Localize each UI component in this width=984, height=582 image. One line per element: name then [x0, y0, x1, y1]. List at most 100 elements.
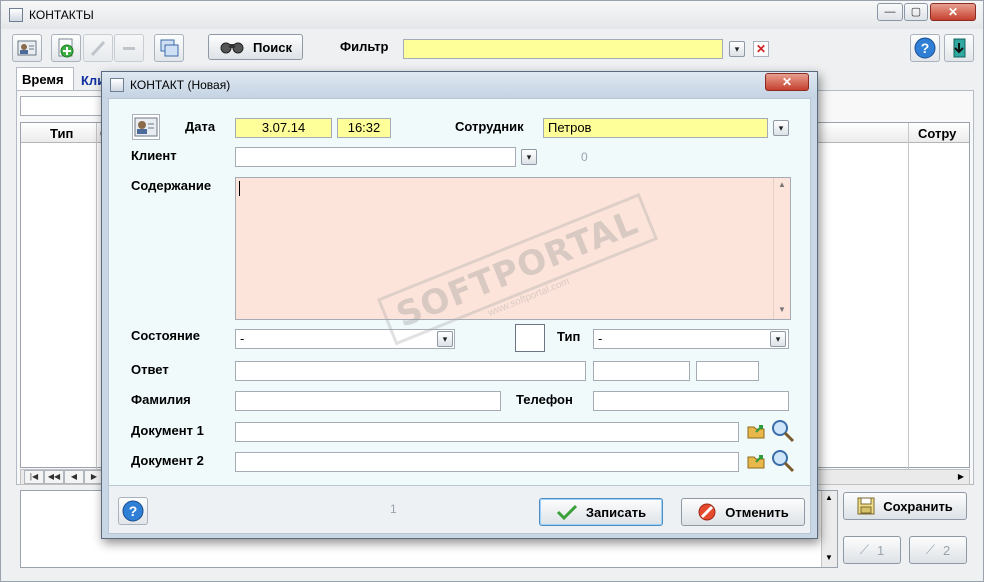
main-titlebar: КОНТАКТЫ — ▢ ✕	[1, 1, 983, 29]
tool-1-label: 1	[876, 542, 885, 558]
contact-card-button[interactable]	[12, 34, 42, 62]
windows-icon	[160, 39, 179, 57]
cancel-button[interactable]: Отменить	[681, 498, 805, 526]
filter-input[interactable]	[403, 39, 723, 59]
add-button[interactable]	[51, 34, 81, 62]
save-record-button[interactable]: Записать	[539, 498, 663, 526]
chevron-down-icon[interactable]: ▼	[778, 305, 786, 314]
search-button[interactable]: Поиск	[208, 34, 303, 60]
client-count: 0	[581, 150, 588, 164]
chevron-down-icon[interactable]: ▼	[825, 553, 833, 562]
contact-card-icon	[17, 40, 37, 56]
date-field[interactable]: 3.07.14	[235, 118, 332, 138]
minus-icon	[123, 47, 135, 50]
surname-label: Фамилия	[131, 392, 191, 407]
prev-record-button[interactable]: ◀	[64, 470, 84, 484]
answer-extra-field-1[interactable]	[593, 361, 690, 381]
answer-extra-field-2[interactable]	[696, 361, 759, 381]
search-label: Поиск	[252, 39, 292, 55]
scroll-right-button[interactable]: ▶	[954, 470, 968, 484]
save-record-label: Записать	[585, 504, 647, 520]
prev-page-button[interactable]: ◀◀	[44, 470, 64, 484]
svg-text:?: ?	[921, 40, 930, 56]
client-label: Клиент	[131, 148, 177, 163]
client-dropdown-button[interactable]: ▾	[521, 149, 537, 165]
exit-button[interactable]	[944, 34, 974, 62]
employee-label: Сотрудник	[455, 119, 524, 134]
dialog-app-icon	[110, 78, 124, 92]
first-record-button[interactable]: |◀	[24, 470, 44, 484]
maximize-button[interactable]: ▢	[904, 3, 928, 21]
page-number: 1	[390, 502, 397, 516]
chevron-down-icon: ▾	[775, 334, 781, 344]
state-dropdown-button[interactable]: ▾	[437, 331, 453, 347]
grid-divider	[96, 123, 97, 469]
magnifier-icon[interactable]	[771, 449, 795, 476]
dialog-help-button[interactable]: ?	[118, 497, 148, 525]
wand-icon: ⟋	[925, 542, 935, 557]
chevron-down-icon: ▾	[734, 44, 740, 54]
dialog-client: Дата 3.07.14 16:32 Сотрудник Петров ▾ Кл…	[108, 98, 811, 486]
cancel-icon	[698, 503, 716, 521]
surname-field[interactable]	[235, 391, 501, 411]
document1-field[interactable]	[235, 422, 739, 442]
phone-field[interactable]	[593, 391, 789, 411]
help-button[interactable]: ?	[910, 34, 940, 62]
cancel-label: Отменить	[725, 504, 789, 520]
client-field[interactable]	[235, 147, 516, 167]
add-document-icon	[58, 38, 74, 58]
exit-door-icon	[953, 38, 966, 58]
type-select[interactable]: -	[593, 329, 789, 349]
tool-2-label: 2	[942, 542, 951, 558]
employee-dropdown-button[interactable]: ▾	[773, 120, 789, 136]
grid-col-employee[interactable]: Сотру	[918, 126, 956, 141]
quick-search-input[interactable]	[20, 96, 110, 116]
chevron-up-icon[interactable]: ▲	[825, 493, 833, 502]
filter-dropdown-button[interactable]: ▾	[729, 41, 745, 57]
chevron-down-icon: ▾	[526, 152, 532, 162]
edit-button[interactable]	[83, 34, 113, 62]
close-button[interactable]: ✕	[930, 3, 976, 21]
tool-1-button[interactable]: ⟋ 1	[843, 536, 901, 564]
content-scrollbar[interactable]: ▲ ▼	[773, 178, 790, 319]
tab-time[interactable]: Время	[16, 67, 74, 91]
minimize-button[interactable]: —	[877, 3, 903, 21]
state-select[interactable]: -	[235, 329, 455, 349]
checkmark-icon	[556, 504, 577, 520]
answer-label: Ответ	[131, 362, 169, 377]
phone-label: Телефон	[516, 392, 573, 407]
type-dropdown-button[interactable]: ▾	[770, 331, 786, 347]
wand-icon: ⟋	[859, 542, 869, 557]
chevron-down-icon: ▾	[442, 334, 448, 344]
content-textarea[interactable]: ▲ ▼	[235, 177, 791, 320]
pencil-icon	[90, 40, 106, 57]
content-label: Содержание	[131, 178, 212, 193]
document1-label: Документ 1	[131, 423, 204, 438]
help-icon: ?	[122, 500, 144, 522]
type-label: Тип	[557, 329, 581, 344]
color-swatch[interactable]	[515, 324, 545, 352]
notes-scrollbar[interactable]: ▲ ▼	[821, 491, 837, 567]
document2-label: Документ 2	[131, 453, 204, 468]
contact-card-icon	[132, 114, 160, 140]
dialog-close-button[interactable]: ✕	[765, 73, 809, 91]
grid-col-type[interactable]: Тип	[50, 126, 73, 141]
employee-field[interactable]: Петров	[543, 118, 768, 138]
binoculars-icon	[220, 42, 244, 54]
document2-field[interactable]	[235, 452, 739, 472]
filter-label: Фильтр	[340, 39, 389, 54]
time-field[interactable]: 16:32	[337, 118, 391, 138]
tool-2-button[interactable]: ⟋ 2	[909, 536, 967, 564]
open-folder-icon[interactable]	[747, 422, 767, 443]
clear-filter-button[interactable]: ✕	[753, 41, 769, 57]
windows-button[interactable]	[154, 34, 184, 62]
open-folder-icon[interactable]	[747, 452, 767, 473]
svg-text:?: ?	[129, 503, 138, 519]
save-main-button[interactable]: Сохранить	[843, 492, 967, 520]
chevron-up-icon[interactable]: ▲	[778, 180, 786, 189]
help-icon: ?	[914, 37, 936, 59]
delete-button[interactable]	[114, 34, 144, 62]
magnifier-icon[interactable]	[771, 419, 795, 446]
answer-field[interactable]	[235, 361, 586, 381]
grid-divider	[908, 123, 909, 469]
